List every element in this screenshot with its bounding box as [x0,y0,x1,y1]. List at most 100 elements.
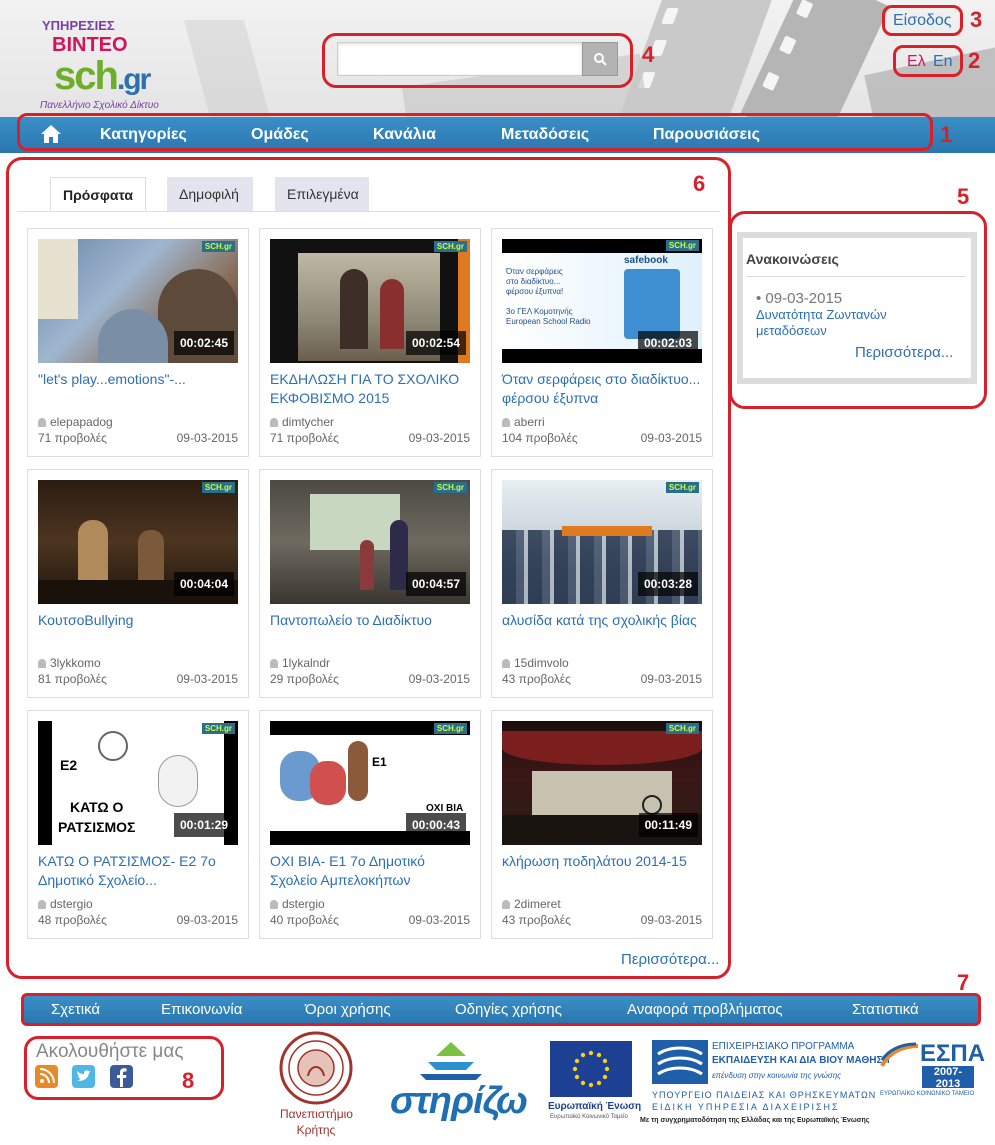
video-card[interactable]: Ε2 ΚΑΤΩ Ο ΡΑΤΣΙΣΜΟΣ SCH.gr 00:01:29 ΚΑΤΩ … [27,710,249,939]
site-logo[interactable]: ΥΠΗΡΕΣΙΕΣ ΒΙΝΤΕΟ sch.gr Πανελλήνιο Σχολι… [38,14,188,114]
video-thumbnail[interactable]: SCH.gr 00:02:54 [270,239,470,363]
video-author: 15dimvolo [502,656,569,670]
video-thumbnail[interactable]: SCH.gr 00:02:45 [38,239,238,363]
sch-badge: SCH.gr [665,482,699,493]
video-card[interactable]: SCH.gr 00:02:54 ΕΚΔΗΛΩΣΗ ΓΙΑ ΤΟ ΣΧΟΛΙΚΟ … [259,228,481,457]
nav-item-groups[interactable]: Ομάδες [251,126,309,144]
announcements-divider [746,276,966,277]
edu-programme-line1: ΕΠΙΧΕΙΡΗΣΙΑΚΟ ΠΡΟΓΡΑΜΜΑ [712,1041,855,1052]
video-thumbnail[interactable]: SCH.gr 00:03:28 [502,480,702,604]
espa-years: 2007-2013 [922,1066,974,1090]
stirizo-logo-icon [420,1042,482,1080]
sch-badge: SCH.gr [433,482,467,493]
stirizo-logo-text: στηρίζω [390,1080,528,1122]
tab-divider [17,211,720,212]
video-duration: 00:11:49 [638,813,698,837]
nav-item-presentations[interactable]: Παρουσιάσεις [653,126,760,144]
university-of-crete-logo-icon [279,1031,353,1105]
video-thumbnail[interactable]: Ε1 ΟΧΙ ΒΙΑ SCH.gr 00:00:43 [270,721,470,845]
video-thumbnail[interactable]: SCH.gr 00:04:57 [270,480,470,604]
video-title[interactable]: ΕΚΔΗΛΩΣΗ ΓΙΑ ΤΟ ΣΧΟΛΙΚΟ ΕΚΦΟΒΙΣΜΟ 2015 [270,370,475,408]
thumb-caption: ΚΑΤΩ Ο ΡΑΤΣΙΣΜΟΣ [58,799,136,835]
video-date: 09-03-2015 [408,431,470,445]
logo-line1: ΥΠΗΡΕΣΙΕΣ [42,18,115,33]
education-programme-logo-icon [652,1040,708,1084]
search-button[interactable] [582,42,618,76]
footer-link-terms[interactable]: Όροι χρήσης [305,1001,391,1018]
lang-greek-link[interactable]: Ελ [907,53,926,71]
video-card[interactable]: SCH.gr 00:11:49 κλήρωση ποδηλάτου 2014-1… [491,710,713,939]
university-of-crete-label: Πανεπιστήμιο Κρήτης [280,1107,353,1137]
annotation-number: 2 [968,48,981,73]
footer-link-contact[interactable]: Επικοινωνία [161,1001,242,1018]
announcements-title: Ανακοινώσεις [746,251,839,267]
tab-popular[interactable]: Δημοφιλή [167,177,253,211]
video-card[interactable]: Ε1 ΟΧΙ ΒΙΑ SCH.gr 00:00:43 ΟΧΙ ΒΙΑ- Ε1 7… [259,710,481,939]
search-input[interactable] [337,42,583,76]
video-views: 48 προβολές [38,913,107,927]
twitter-icon[interactable] [72,1065,95,1088]
thumb-label: Ε2 [60,757,78,773]
video-author: aberri [502,415,545,429]
annotation-number: 1 [940,122,953,147]
user-icon [38,418,46,427]
nav-item-categories[interactable]: Κατηγορίες [100,126,187,144]
video-title[interactable]: ΟΧΙ ΒΙΑ- Ε1 7ο Δημοτικό Σχολείο Αμπελοκή… [270,852,475,890]
video-card[interactable]: SCH.gr 00:04:57 Παντοπωλείο το Διαδίκτυο… [259,469,481,698]
video-duration: 00:03:28 [637,572,698,596]
rss-icon[interactable] [35,1065,58,1088]
video-card[interactable]: SCH.gr 00:04:04 ΚουτσοBullying 3lykkomo … [27,469,249,698]
announcement-link[interactable]: Δυνατότητα Ζωντανών μεταδόσεων [756,307,956,339]
annotation-number: 8 [182,1068,195,1093]
espa-swoosh-icon [880,1042,919,1068]
video-date: 09-03-2015 [640,431,702,445]
footer-link-help[interactable]: Οδηγίες χρήσης [455,1001,562,1018]
footer-link-about[interactable]: Σχετικά [51,1001,100,1018]
video-thumbnail[interactable]: safebook Όταν σερφάρεις στο διαδίκτυο... φ… [502,239,702,363]
login-link[interactable]: Είσοδος [893,12,952,30]
video-views: 71 προβολές [38,431,107,445]
video-card[interactable]: SCH.gr 00:03:28 αλυσίδα κατά της σχολική… [491,469,713,698]
video-title[interactable]: αλυσίδα κατά της σχολικής βίας [502,611,707,630]
nav-item-channels[interactable]: Κανάλια [373,126,436,144]
video-title[interactable]: Παντοπωλείο το Διαδίκτυο [270,611,475,630]
video-title[interactable]: ΚΑΤΩ Ο ΡΑΤΣΙΣΜΟΣ- Ε2 7ο Δημοτικό Σχολείο… [38,852,243,890]
tab-featured[interactable]: Επιλεγμένα [275,177,369,211]
user-icon [270,900,278,909]
video-date: 09-03-2015 [408,672,470,686]
video-title[interactable]: κλήρωση ποδηλάτου 2014-15 [502,852,707,871]
more-videos-link[interactable]: Περισσότερα... [621,951,719,968]
video-thumbnail[interactable]: Ε2 ΚΑΤΩ Ο ΡΑΤΣΙΣΜΟΣ SCH.gr 00:01:29 [38,721,238,845]
video-author: dstergio [270,897,325,911]
video-title[interactable]: "let's play...emotions"-... [38,370,243,389]
video-views: 29 προβολές [270,672,339,686]
announcements-more-link[interactable]: Περισσότερα... [855,344,953,361]
lang-english-link[interactable]: En [933,53,953,71]
video-duration: 00:01:29 [173,813,234,837]
thumb-brand: safebook [624,255,668,266]
annotation-number: 5 [957,184,970,209]
tab-recent[interactable]: Πρόσφατα [50,177,146,211]
video-duration: 00:02:03 [637,331,698,355]
video-title[interactable]: Όταν σερφάρεις στο διαδίκτυο... φέρσου έ… [502,370,707,408]
video-author: dstergio [38,897,93,911]
video-card[interactable]: SCH.gr 00:02:45 "let's play...emotions"-… [27,228,249,457]
nav-item-broadcasts[interactable]: Μεταδόσεις [501,126,589,144]
footer-link-report-problem[interactable]: Αναφορά προβλήματος [627,1001,783,1018]
user-icon [502,659,510,668]
video-views: 81 προβολές [38,672,107,686]
video-card[interactable]: safebook Όταν σερφάρεις στο διαδίκτυο... φ… [491,228,713,457]
video-thumbnail[interactable]: SCH.gr 00:04:04 [38,480,238,604]
video-thumbnail[interactable]: SCH.gr 00:11:49 [502,721,702,845]
facebook-icon[interactable] [110,1065,133,1088]
video-title[interactable]: ΚουτσοBullying [38,611,243,630]
home-icon[interactable] [40,124,62,144]
espa-logo-text: ΕΣΠΑ [920,1040,986,1067]
footer-link-statistics[interactable]: Στατιστικά [852,1001,919,1018]
management-authority-label: ΕΙΔΙΚΗ ΥΠΗΡΕΣΙΑ ΔΙΑΧΕΙΡΙΣΗΣ [652,1102,840,1112]
announcement-date: • 09-03-2015 [756,290,843,307]
logo-sch: sch.gr [54,54,151,98]
video-date: 09-03-2015 [176,431,238,445]
annotation-number: 4 [642,42,655,67]
video-duration: 00:04:57 [405,572,466,596]
